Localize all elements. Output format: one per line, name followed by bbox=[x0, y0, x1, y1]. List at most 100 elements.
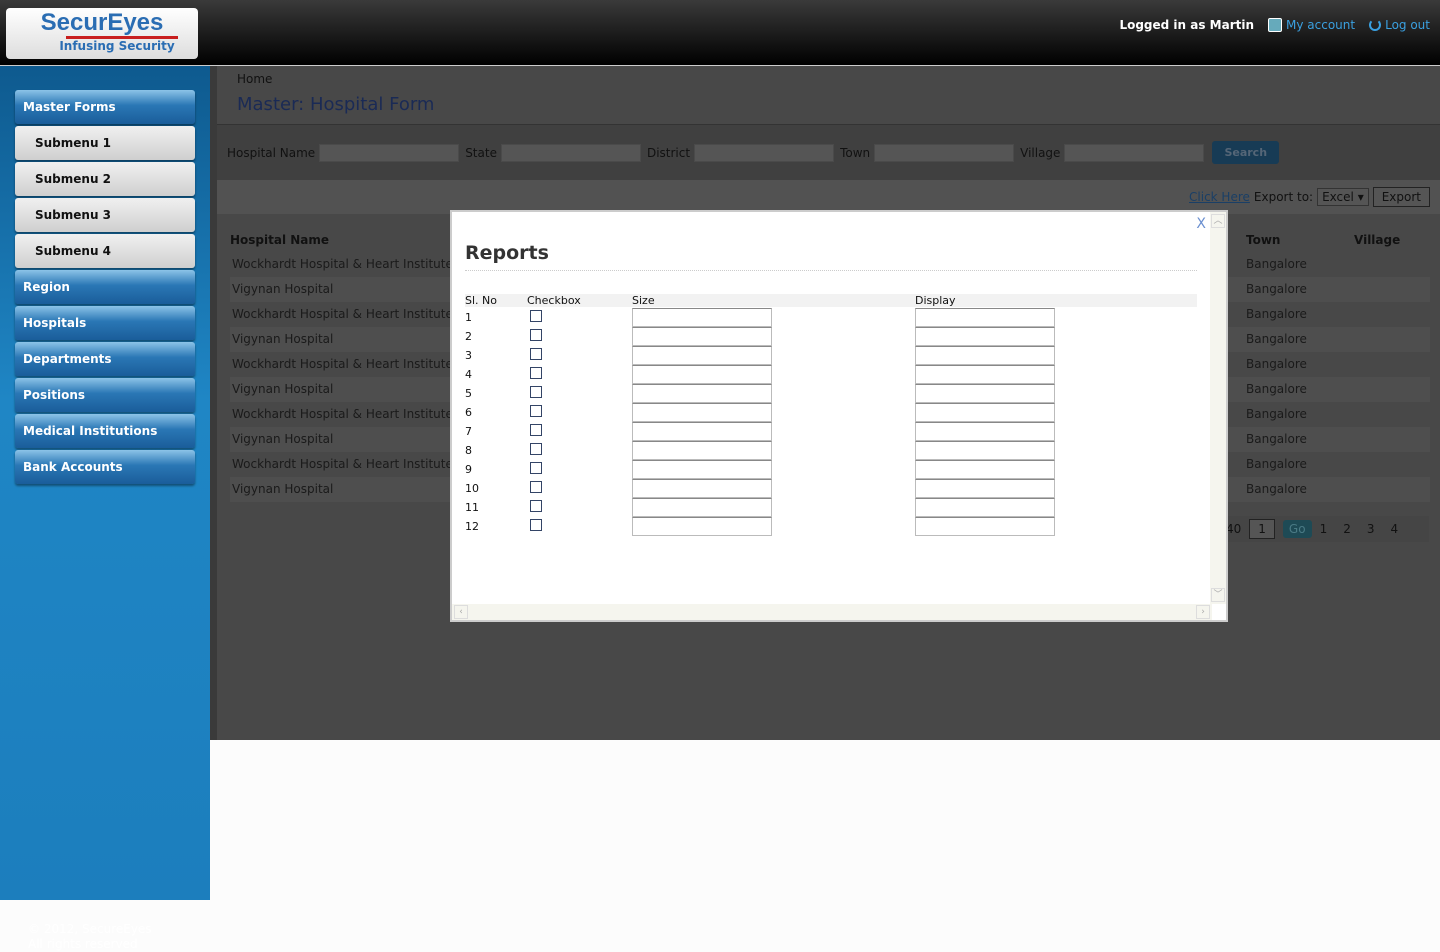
sidebar-item-submenu-2[interactable]: Submenu 2 bbox=[15, 162, 195, 196]
row-checkbox[interactable] bbox=[530, 329, 542, 341]
page-input[interactable]: 1 bbox=[1249, 519, 1275, 539]
sidebar-item-departments[interactable]: Departments bbox=[15, 342, 195, 376]
display-input[interactable] bbox=[915, 365, 1055, 384]
header: SecurEyes Infusing Security Logged in as… bbox=[0, 0, 1440, 66]
display-input[interactable] bbox=[915, 479, 1055, 498]
sidebar-item-submenu-3[interactable]: Submenu 3 bbox=[15, 198, 195, 232]
cell-town: Bangalore bbox=[1246, 407, 1307, 421]
report-row: 2 bbox=[465, 327, 1197, 346]
sidebar-item-submenu-4[interactable]: Submenu 4 bbox=[15, 234, 195, 268]
cell-hospital-name: Wockhardt Hospital & Heart Institute bbox=[232, 407, 453, 421]
size-input[interactable] bbox=[632, 498, 772, 517]
page-link[interactable]: 1 bbox=[1320, 522, 1328, 536]
display-input[interactable] bbox=[915, 517, 1055, 536]
display-input[interactable] bbox=[915, 498, 1055, 517]
sl-no: 6 bbox=[465, 406, 472, 419]
cell-hospital-name: Vigynan Hospital bbox=[232, 432, 334, 446]
sidebar-item-hospitals[interactable]: Hospitals bbox=[15, 306, 195, 340]
display-input[interactable] bbox=[915, 441, 1055, 460]
power-icon bbox=[1369, 19, 1382, 31]
search-button[interactable]: Search bbox=[1212, 141, 1280, 164]
sidebar-item-submenu-1[interactable]: Submenu 1 bbox=[15, 126, 195, 160]
sl-no: 11 bbox=[465, 501, 479, 514]
district-input[interactable] bbox=[694, 143, 835, 162]
hospital-name-input[interactable] bbox=[319, 143, 460, 162]
size-input[interactable] bbox=[632, 460, 772, 479]
sidebar-item-region[interactable]: Region bbox=[15, 270, 195, 304]
display-input[interactable] bbox=[915, 384, 1055, 403]
row-checkbox[interactable] bbox=[530, 310, 542, 322]
col-village[interactable]: Village bbox=[1354, 228, 1400, 252]
size-input[interactable] bbox=[632, 422, 772, 441]
sidebar-item-medical-institutions[interactable]: Medical Institutions bbox=[15, 414, 195, 448]
logout-link[interactable]: Log out bbox=[1369, 18, 1430, 32]
sidebar-item-positions[interactable]: Positions bbox=[15, 378, 195, 412]
village-input[interactable] bbox=[1064, 143, 1205, 162]
row-checkbox[interactable] bbox=[530, 424, 542, 436]
row-checkbox[interactable] bbox=[530, 500, 542, 512]
display-input[interactable] bbox=[915, 422, 1055, 441]
state-input[interactable] bbox=[500, 143, 641, 162]
horizontal-scrollbar[interactable]: ‹ › bbox=[452, 604, 1212, 620]
report-row: 11 bbox=[465, 498, 1197, 517]
cell-town: Bangalore bbox=[1246, 307, 1307, 321]
col-town[interactable]: Town bbox=[1246, 228, 1280, 252]
size-input[interactable] bbox=[632, 346, 772, 365]
breadcrumb[interactable]: Home bbox=[237, 72, 272, 86]
row-checkbox[interactable] bbox=[530, 443, 542, 455]
user-bar: Logged in as Martin My account Log out bbox=[1119, 18, 1430, 32]
size-input[interactable] bbox=[632, 479, 772, 498]
row-checkbox[interactable] bbox=[530, 462, 542, 474]
row-checkbox[interactable] bbox=[530, 481, 542, 493]
size-input[interactable] bbox=[632, 517, 772, 536]
close-button[interactable]: X bbox=[1196, 216, 1206, 232]
size-input[interactable] bbox=[632, 365, 772, 384]
cell-hospital-name: Vigynan Hospital bbox=[232, 332, 334, 346]
town-input[interactable] bbox=[874, 143, 1015, 162]
display-input[interactable] bbox=[915, 308, 1055, 327]
col-hospital-name[interactable]: Hospital Name bbox=[230, 233, 329, 247]
row-checkbox[interactable] bbox=[530, 386, 542, 398]
cell-hospital-name: Vigynan Hospital bbox=[232, 382, 334, 396]
page-link[interactable]: 3 bbox=[1367, 522, 1375, 536]
logo[interactable]: SecurEyes Infusing Security bbox=[6, 8, 198, 59]
size-input[interactable] bbox=[632, 308, 772, 327]
size-input[interactable] bbox=[632, 403, 772, 422]
display-input[interactable] bbox=[915, 346, 1055, 365]
modal-table-header: Sl. No Checkbox Size Display bbox=[465, 294, 1197, 307]
sidebar-item-bank-accounts[interactable]: Bank Accounts bbox=[15, 450, 195, 484]
sidebar-item-master-forms[interactable]: Master Forms bbox=[15, 90, 195, 124]
vertical-scrollbar[interactable]: ︿ ﹀ bbox=[1210, 212, 1226, 604]
size-input[interactable] bbox=[632, 327, 772, 346]
cell-hospital-name: Vigynan Hospital bbox=[232, 282, 334, 296]
export-format-select[interactable]: Excel ▾ bbox=[1317, 188, 1369, 206]
page-link[interactable]: 4 bbox=[1390, 522, 1398, 536]
report-row: 9 bbox=[465, 460, 1197, 479]
display-input[interactable] bbox=[915, 327, 1055, 346]
row-checkbox[interactable] bbox=[530, 519, 542, 531]
display-input[interactable] bbox=[915, 403, 1055, 422]
report-row: 6 bbox=[465, 403, 1197, 422]
page-link[interactable]: 2 bbox=[1343, 522, 1351, 536]
row-checkbox[interactable] bbox=[530, 405, 542, 417]
my-account-link[interactable]: My account bbox=[1268, 18, 1355, 32]
go-button[interactable]: Go bbox=[1282, 520, 1312, 538]
export-button[interactable]: Export bbox=[1372, 187, 1430, 207]
sl-no: 7 bbox=[465, 425, 472, 438]
display-input[interactable] bbox=[915, 460, 1055, 479]
sl-no: 8 bbox=[465, 444, 472, 457]
report-row: 10 bbox=[465, 479, 1197, 498]
click-here-link[interactable]: Click Here bbox=[1189, 190, 1250, 204]
cell-town: Bangalore bbox=[1246, 357, 1307, 371]
user-icon bbox=[1268, 18, 1283, 32]
cell-hospital-name: Wockhardt Hospital & Heart Institute bbox=[232, 457, 453, 471]
row-checkbox[interactable] bbox=[530, 348, 542, 360]
sl-no: 3 bbox=[465, 349, 472, 362]
row-checkbox[interactable] bbox=[530, 367, 542, 379]
size-input[interactable] bbox=[632, 441, 772, 460]
cell-town: Bangalore bbox=[1246, 382, 1307, 396]
size-input[interactable] bbox=[632, 384, 772, 403]
cell-town: Bangalore bbox=[1246, 332, 1307, 346]
sidebar: Master Forms Submenu 1 Submenu 2 Submenu 3S… bbox=[0, 66, 210, 951]
cell-hospital-name: Wockhardt Hospital & Heart Institute bbox=[232, 257, 453, 271]
